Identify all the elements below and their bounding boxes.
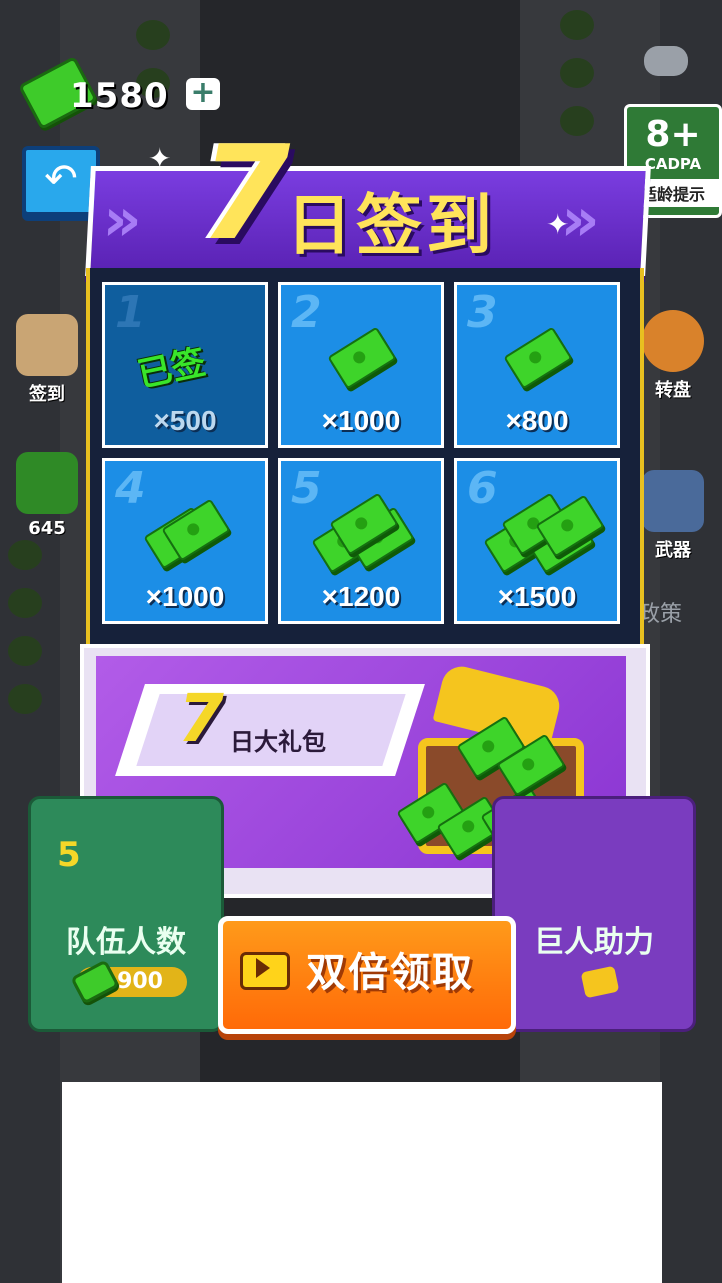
back-arrow-icon: ↶ [44,156,78,202]
day-reward-amount: ×800 [505,405,569,436]
day-number: 3 [467,287,498,338]
day-grid-panel: 1 已签 ×500 2 ×1000 3 ×800 4 ×1000 5 ×1200… [86,268,644,662]
day-cell-3[interactable]: 3 ×800 [454,282,620,448]
play-icon [256,958,270,978]
clipboard-check-icon [16,314,78,376]
gift-label: 日大礼包 [230,728,326,756]
day-reward-amount: ×500 [153,405,217,436]
cash-amount: 1580 [70,76,169,116]
banner-number: 7 [200,117,291,269]
day-reward-amount: ×1500 [497,581,577,612]
team-size-number: 5 [57,835,81,875]
day-cell-2[interactable]: 2 ×1000 [278,282,444,448]
day-reward-amount: ×1000 [321,405,401,436]
signin-label: 签到 [29,384,65,405]
day-reward-amount: ×1200 [321,581,401,612]
giant-help-label: 巨人助力 [534,925,654,960]
day-number: 2 [291,287,322,338]
gunner-icon [642,470,704,532]
cash-side-count: 645 [28,518,66,539]
day-cell-4[interactable]: 4 ×1000 [102,458,268,624]
gift-day-number: 7 [178,680,224,757]
giant-help-card[interactable]: 巨人助力 [492,796,696,1032]
day-number: 1 [115,287,146,338]
cash-side-item: 645 [12,452,82,539]
claimed-stamp: 已签 [134,342,210,396]
day-reward-amount: ×1000 [145,581,225,612]
signin-side-button[interactable]: 签到 [12,314,82,406]
banner-title: 日签到 [286,187,496,264]
team-size-label: 队伍人数 [66,925,186,960]
day-cell-1[interactable]: 1 已签 ×500 [102,282,268,448]
ad-banner-area[interactable] [62,1082,662,1283]
video-icon [580,965,620,999]
wheel-icon [642,310,704,372]
add-cash-button[interactable]: + [186,78,220,110]
age-rating-number: 8+ [645,114,701,155]
weapon-label: 武器 [655,540,691,561]
wheel-label: 转盘 [655,380,691,401]
day-number: 4 [115,463,146,514]
wheel-side-button[interactable]: 转盘 [636,310,710,402]
day-cell-5[interactable]: 5 ×1200 [278,458,444,624]
arrows-left-icon: » [101,185,144,255]
weapon-side-button[interactable]: 武器 [636,470,710,562]
sparkle-icon: ✦ [546,208,570,241]
day-number: 5 [291,463,322,514]
day-number: 6 [467,463,498,514]
day-cell-6[interactable]: 6 ×1500 [454,458,620,624]
team-size-card[interactable]: 5 队伍人数 900 [28,796,224,1032]
sparkle-icon: ✦ [148,142,172,175]
gamepad-icon[interactable] [644,46,688,76]
cash-stack-icon [16,452,78,514]
double-claim-label: 双倍领取 [306,950,474,996]
